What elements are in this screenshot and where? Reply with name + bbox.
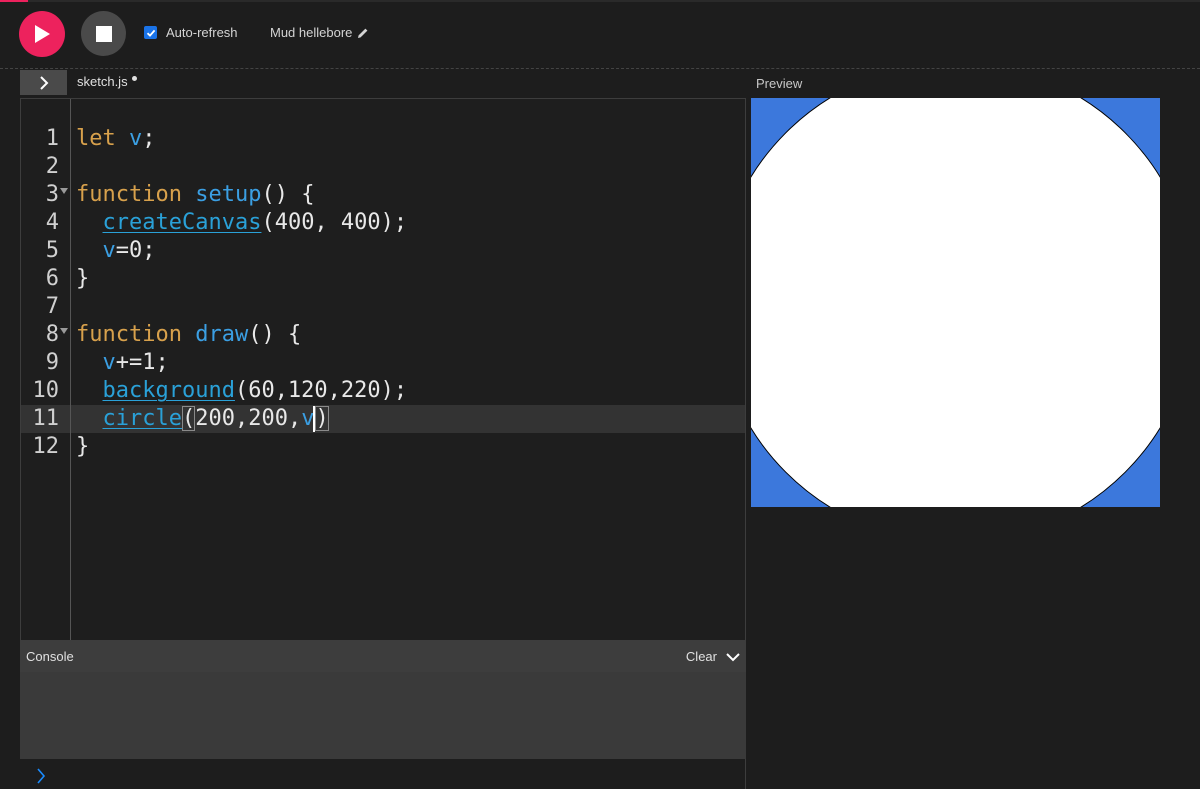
stop-button[interactable]	[81, 11, 126, 56]
line-number: 8	[45, 322, 59, 347]
line-number: 12	[32, 434, 60, 459]
chevron-right-icon	[36, 768, 46, 784]
auto-refresh-toggle[interactable]: Auto-refresh	[144, 25, 238, 40]
line-number: 10	[32, 378, 60, 403]
console-header: Console Clear	[20, 641, 746, 672]
p5-editor: Auto-refresh Mud hellebore sketch.js Pre…	[0, 0, 1200, 789]
code-line: function draw() {	[76, 322, 302, 347]
code-line: background(60,120,220);	[102, 378, 408, 403]
preview-label: Preview	[756, 76, 803, 91]
line-number: 5	[45, 238, 59, 263]
auto-refresh-label: Auto-refresh	[166, 25, 238, 40]
code-line: circle(200,200,v)	[102, 406, 329, 432]
console-collapse-button[interactable]	[726, 652, 740, 662]
file-name: sketch.js	[77, 74, 128, 89]
code-line: let v;	[76, 126, 156, 151]
console-label: Console	[26, 649, 74, 664]
play-button[interactable]	[19, 11, 65, 57]
unsaved-indicator	[131, 76, 137, 81]
fold-arrow-icon[interactable]	[60, 328, 68, 334]
code-line: v=0;	[102, 238, 156, 263]
auto-refresh-checkbox[interactable]	[144, 26, 157, 39]
console-output	[20, 672, 746, 759]
line-number: 9	[45, 350, 59, 375]
toolbar-divider	[0, 68, 1200, 69]
checkmark-icon	[146, 29, 155, 37]
console-input[interactable]	[20, 759, 746, 789]
pencil-icon[interactable]	[357, 27, 369, 39]
sketch-name[interactable]: Mud hellebore	[270, 25, 369, 40]
line-number: 1	[45, 126, 59, 151]
line-number: 2	[45, 154, 59, 179]
line-number: 3	[45, 182, 59, 207]
line-number: 7	[45, 294, 59, 319]
chevron-right-icon	[39, 75, 48, 90]
line-number: 11	[32, 406, 60, 431]
sketch-name-text: Mud hellebore	[270, 25, 353, 40]
sidebar-toggle-button[interactable]	[20, 70, 67, 95]
top-border	[0, 0, 1200, 2]
console-clear-button[interactable]: Clear	[686, 649, 717, 664]
code-editor[interactable]: 1 2 3 4 5 6 7 8 9 10 11 12 let v; functi…	[20, 98, 746, 641]
line-number: 6	[45, 266, 59, 291]
code-line: function setup() {	[76, 182, 315, 207]
fold-arrow-icon[interactable]	[60, 188, 68, 194]
line-number: 4	[45, 210, 59, 235]
chevron-down-icon	[726, 652, 740, 661]
preview-drawing	[751, 98, 1160, 507]
file-tab[interactable]: sketch.js	[77, 74, 137, 89]
code-line: createCanvas(400, 400);	[102, 210, 408, 235]
preview-canvas[interactable]	[751, 98, 1160, 507]
code-line: }	[76, 434, 90, 459]
play-icon	[35, 25, 50, 43]
stop-icon	[95, 25, 112, 42]
top-accent	[0, 0, 28, 2]
code-line: v+=1;	[102, 350, 169, 375]
preview-circle	[751, 98, 1160, 507]
code-line: }	[76, 266, 90, 291]
